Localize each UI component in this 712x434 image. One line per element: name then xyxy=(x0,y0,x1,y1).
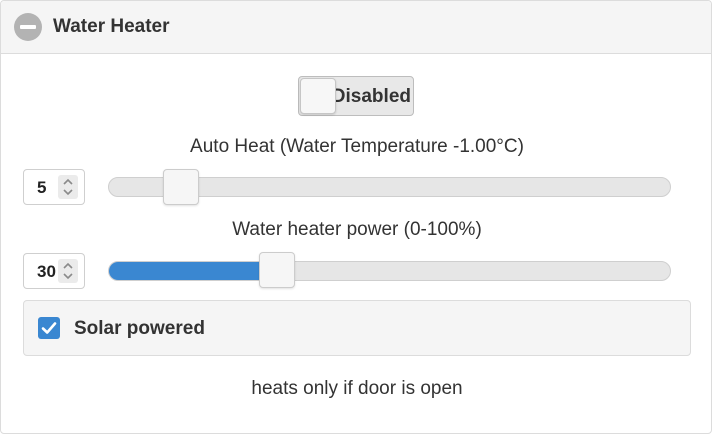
power-value[interactable]: 30 xyxy=(37,262,56,282)
water-heater-panel: Water Heater Disabled Auto Heat (Water T… xyxy=(0,0,712,434)
solar-checkbox[interactable] xyxy=(38,317,60,339)
power-slider-track[interactable] xyxy=(108,261,671,281)
power-spinner[interactable]: 30 xyxy=(23,253,85,289)
auto-heat-slider-thumb[interactable] xyxy=(163,169,200,205)
spinner-arrows-icon[interactable] xyxy=(58,259,78,283)
auto-heat-spinner[interactable]: 5 xyxy=(23,169,85,205)
heating-note: heats only if door is open xyxy=(251,378,463,399)
collapse-minus-icon[interactable] xyxy=(14,13,42,41)
enable-toggle[interactable]: Disabled xyxy=(298,76,414,116)
panel-header: Water Heater xyxy=(1,1,711,54)
solar-label: Solar powered xyxy=(74,318,205,339)
toggle-label: Disabled xyxy=(331,86,411,107)
panel-title: Water Heater xyxy=(53,16,170,37)
power-slider-fill xyxy=(109,262,278,280)
toggle-knob[interactable] xyxy=(300,78,336,114)
power-slider-thumb[interactable] xyxy=(258,252,295,288)
auto-heat-value[interactable]: 5 xyxy=(37,178,46,198)
checkmark-icon xyxy=(41,322,57,334)
solar-option[interactable]: Solar powered xyxy=(23,300,691,356)
power-label: Water heater power (0-100%) xyxy=(232,219,482,240)
auto-heat-label: Auto Heat (Water Temperature -1.00°C) xyxy=(190,136,524,157)
spinner-arrows-icon[interactable] xyxy=(58,175,78,199)
